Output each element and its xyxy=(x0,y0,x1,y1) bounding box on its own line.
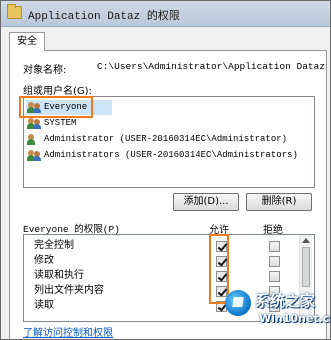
permissions-dialog: Application Dataz 的权限 安全 对象名称: C:\Users\… xyxy=(0,0,331,340)
scroll-up-icon[interactable] xyxy=(302,238,310,243)
folder-icon xyxy=(7,4,22,19)
list-item-label: SYSTEM xyxy=(44,118,77,128)
list-item-administrators[interactable]: Administrators (USER-20160314EC\Administ… xyxy=(26,148,298,163)
perm-label-read-execute: 读取和执行 xyxy=(34,270,84,281)
list-item-administrator[interactable]: Administrator (USER-20160314EC\Administr… xyxy=(26,132,287,147)
list-item-system[interactable]: SYSTEM xyxy=(26,116,76,131)
watermark-en: Win10net.com xyxy=(259,312,330,325)
watermark: 系统之家 Win10net.com xyxy=(223,286,330,339)
deny-checkbox-modify[interactable] xyxy=(269,256,280,267)
perm-label-list-folder: 列出文件夹内容 xyxy=(34,285,104,296)
add-button[interactable]: 添加(D)... xyxy=(173,193,239,211)
user-icon xyxy=(27,134,41,145)
list-item-label: Administrators (USER-20160314EC\Administ… xyxy=(44,150,298,160)
object-name-label: 对象名称: xyxy=(23,65,67,76)
title-bar[interactable]: Application Dataz 的权限 xyxy=(1,1,330,27)
deny-checkbox-full-control[interactable] xyxy=(269,241,280,252)
highlight-everyone xyxy=(19,96,93,118)
user-group-icon xyxy=(27,118,41,129)
remove-button[interactable]: 删除(R) xyxy=(246,193,312,211)
watermark-logo-icon xyxy=(225,290,251,316)
perm-label-full-control: 完全控制 xyxy=(34,240,74,251)
window-title: Application Dataz 的权限 xyxy=(28,11,180,23)
object-name-value: C:\Users\Administrator\Application Dataz xyxy=(97,61,326,72)
user-group-icon xyxy=(27,150,41,161)
perm-label-modify: 修改 xyxy=(34,255,54,266)
scroll-thumb[interactable] xyxy=(302,247,310,287)
learn-permissions-link[interactable]: 了解访问控制和权限 xyxy=(23,324,113,339)
perm-label-read: 读取 xyxy=(34,300,54,311)
groups-label: 组或用户名(G): xyxy=(23,86,92,97)
watermark-cn: 系统之家 xyxy=(255,292,316,310)
tab-security[interactable]: 安全 xyxy=(9,32,45,51)
permissions-title: Everyone 的权限(P) xyxy=(23,224,120,235)
list-item-label: Administrator (USER-20160314EC\Administr… xyxy=(44,134,288,144)
deny-checkbox-read-execute[interactable] xyxy=(269,271,280,282)
